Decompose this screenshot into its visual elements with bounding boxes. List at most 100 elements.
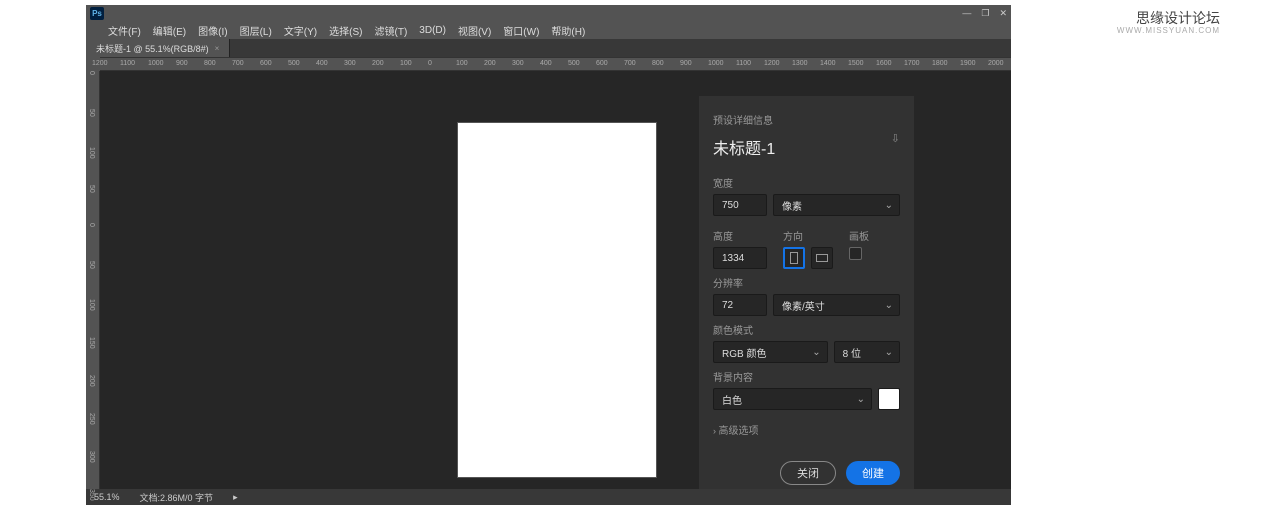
ruler-tick: 300 [88, 451, 95, 463]
menu-view[interactable]: 视图(V) [458, 23, 491, 38]
document-tab[interactable]: 未标题-1 @ 55.1%(RGB/8#) × [86, 39, 230, 57]
minimize-button[interactable]: — [962, 8, 971, 19]
color-mode-label: 颜色模式 [713, 322, 900, 337]
ruler-tick: 50 [88, 109, 95, 117]
ruler-tick: 100 [88, 299, 95, 311]
workspace: 05010050050100150200250300350 预设详细信息 未标题… [86, 71, 1011, 489]
menu-type[interactable]: 文字(Y) [284, 23, 317, 38]
ruler-tick: 100 [400, 60, 412, 67]
menu-window[interactable]: 窗口(W) [503, 23, 539, 38]
ruler-tick: 900 [680, 60, 692, 67]
artboard-checkbox[interactable] [849, 247, 862, 260]
ruler-tick: 600 [260, 60, 272, 67]
statusbar: 55.1% 文档:2.86M/0 字节 ▸ [86, 489, 1011, 505]
background-label: 背景内容 [713, 369, 900, 384]
statusbar-menu-icon[interactable]: ▸ [233, 492, 238, 503]
orientation-portrait[interactable] [783, 247, 805, 269]
menubar: 文件(F) 编辑(E) 图像(I) 图层(L) 文字(Y) 选择(S) 滤镜(T… [86, 22, 1011, 39]
ruler-horizontal: 1200110010009008007006005004003002001000… [100, 57, 1011, 71]
canvas[interactable] [458, 123, 656, 477]
ruler-tick: 400 [316, 60, 328, 67]
app-logo: Ps [90, 7, 104, 20]
restore-button[interactable]: ❐ [981, 8, 989, 19]
ruler-tick: 1900 [960, 60, 976, 67]
ruler-tick: 1000 [708, 60, 724, 67]
width-label: 宽度 [713, 175, 900, 190]
height-label: 高度 [713, 228, 767, 243]
canvas-area[interactable]: 预设详细信息 未标题-1 ⇩ 宽度 像素 高度 方向 [100, 71, 1011, 489]
ruler-tick: 1100 [736, 60, 751, 67]
orientation-landscape[interactable] [811, 247, 833, 269]
window-controls: — ❐ ✕ [962, 8, 1007, 19]
resolution-unit-select[interactable]: 像素/英寸 [773, 294, 900, 316]
artboard-label: 画板 [849, 228, 869, 243]
document-tabbar: 未标题-1 @ 55.1%(RGB/8#) × [86, 39, 1011, 57]
ruler-tick: 0 [88, 71, 95, 75]
ruler-tick: 1800 [932, 60, 948, 67]
ruler-tick: 500 [288, 60, 300, 67]
ruler-tick: 50 [88, 261, 95, 269]
width-unit-select[interactable]: 像素 [773, 194, 900, 216]
doc-info: 文档:2.86M/0 字节 [140, 491, 214, 504]
ruler-tick: 1700 [904, 60, 920, 67]
menu-3d[interactable]: 3D(D) [419, 25, 446, 36]
ruler-tick: 150 [88, 337, 95, 349]
ruler-tick: 700 [624, 60, 636, 67]
color-mode-select[interactable]: RGB 颜色 [713, 341, 828, 363]
ruler-tick: 400 [540, 60, 552, 67]
ruler-tick: 1200 [764, 60, 780, 67]
save-preset-icon[interactable]: ⇩ [891, 132, 900, 145]
ruler-tick: 1000 [148, 60, 164, 67]
ruler-tick: 600 [596, 60, 608, 67]
watermark-url: WWW.MISSYUAN.COM [1117, 26, 1220, 35]
ruler-tick: 800 [652, 60, 664, 67]
document-name[interactable]: 未标题-1 [713, 135, 900, 159]
ruler-tick: 300 [344, 60, 356, 67]
orientation-label: 方向 [783, 228, 833, 243]
close-button[interactable]: 关闭 [780, 461, 836, 485]
menu-image[interactable]: 图像(I) [198, 23, 227, 38]
ruler-tick: 800 [204, 60, 216, 67]
menu-select[interactable]: 选择(S) [329, 23, 362, 38]
ruler-tick: 0 [88, 223, 95, 227]
ruler-tick: 1100 [120, 60, 135, 67]
ruler-tick: 500 [568, 60, 580, 67]
ruler-tick: 50 [88, 185, 95, 193]
tab-label: 未标题-1 @ 55.1%(RGB/8#) [96, 42, 209, 55]
ruler-tick: 200 [372, 60, 384, 67]
zoom-level[interactable]: 55.1% [94, 492, 120, 502]
ruler-tick: 2000 [988, 60, 1004, 67]
ruler-tick: 100 [456, 60, 468, 67]
ruler-tick: 1300 [792, 60, 808, 67]
ruler-tick: 1400 [820, 60, 836, 67]
ruler-tick: 350 [88, 489, 95, 501]
tab-close-icon[interactable]: × [215, 44, 220, 53]
color-depth-select[interactable]: 8 位 [834, 341, 900, 363]
ruler-tick: 250 [88, 413, 95, 425]
ruler-tick: 900 [176, 60, 188, 67]
ruler-tick: 1200 [92, 60, 108, 67]
ruler-tick: 1600 [876, 60, 892, 67]
watermark-text: 思缘设计论坛 [1136, 8, 1220, 28]
height-input[interactable] [713, 247, 767, 269]
ruler-tick: 100 [88, 147, 95, 159]
menu-help[interactable]: 帮助(H) [551, 23, 585, 38]
ruler-tick: 1500 [848, 60, 864, 67]
resolution-input[interactable] [713, 294, 767, 316]
create-button[interactable]: 创建 [846, 461, 900, 485]
background-select[interactable]: 白色 [713, 388, 872, 410]
ruler-tick: 700 [232, 60, 244, 67]
menu-file[interactable]: 文件(F) [108, 23, 141, 38]
menu-filter[interactable]: 滤镜(T) [375, 23, 408, 38]
menu-layer[interactable]: 图层(L) [240, 23, 272, 38]
ruler-tick: 300 [512, 60, 524, 67]
ruler-tick: 0 [428, 60, 432, 67]
width-input[interactable] [713, 194, 767, 216]
menu-edit[interactable]: 编辑(E) [153, 23, 186, 38]
close-button[interactable]: ✕ [999, 8, 1007, 19]
advanced-options-toggle[interactable]: 高级选项 [713, 422, 900, 437]
resolution-label: 分辨率 [713, 275, 900, 290]
app-window: Ps — ❐ ✕ 文件(F) 编辑(E) 图像(I) 图层(L) 文字(Y) 选… [86, 5, 1011, 505]
background-swatch[interactable] [878, 388, 900, 410]
ruler-tick: 200 [484, 60, 496, 67]
